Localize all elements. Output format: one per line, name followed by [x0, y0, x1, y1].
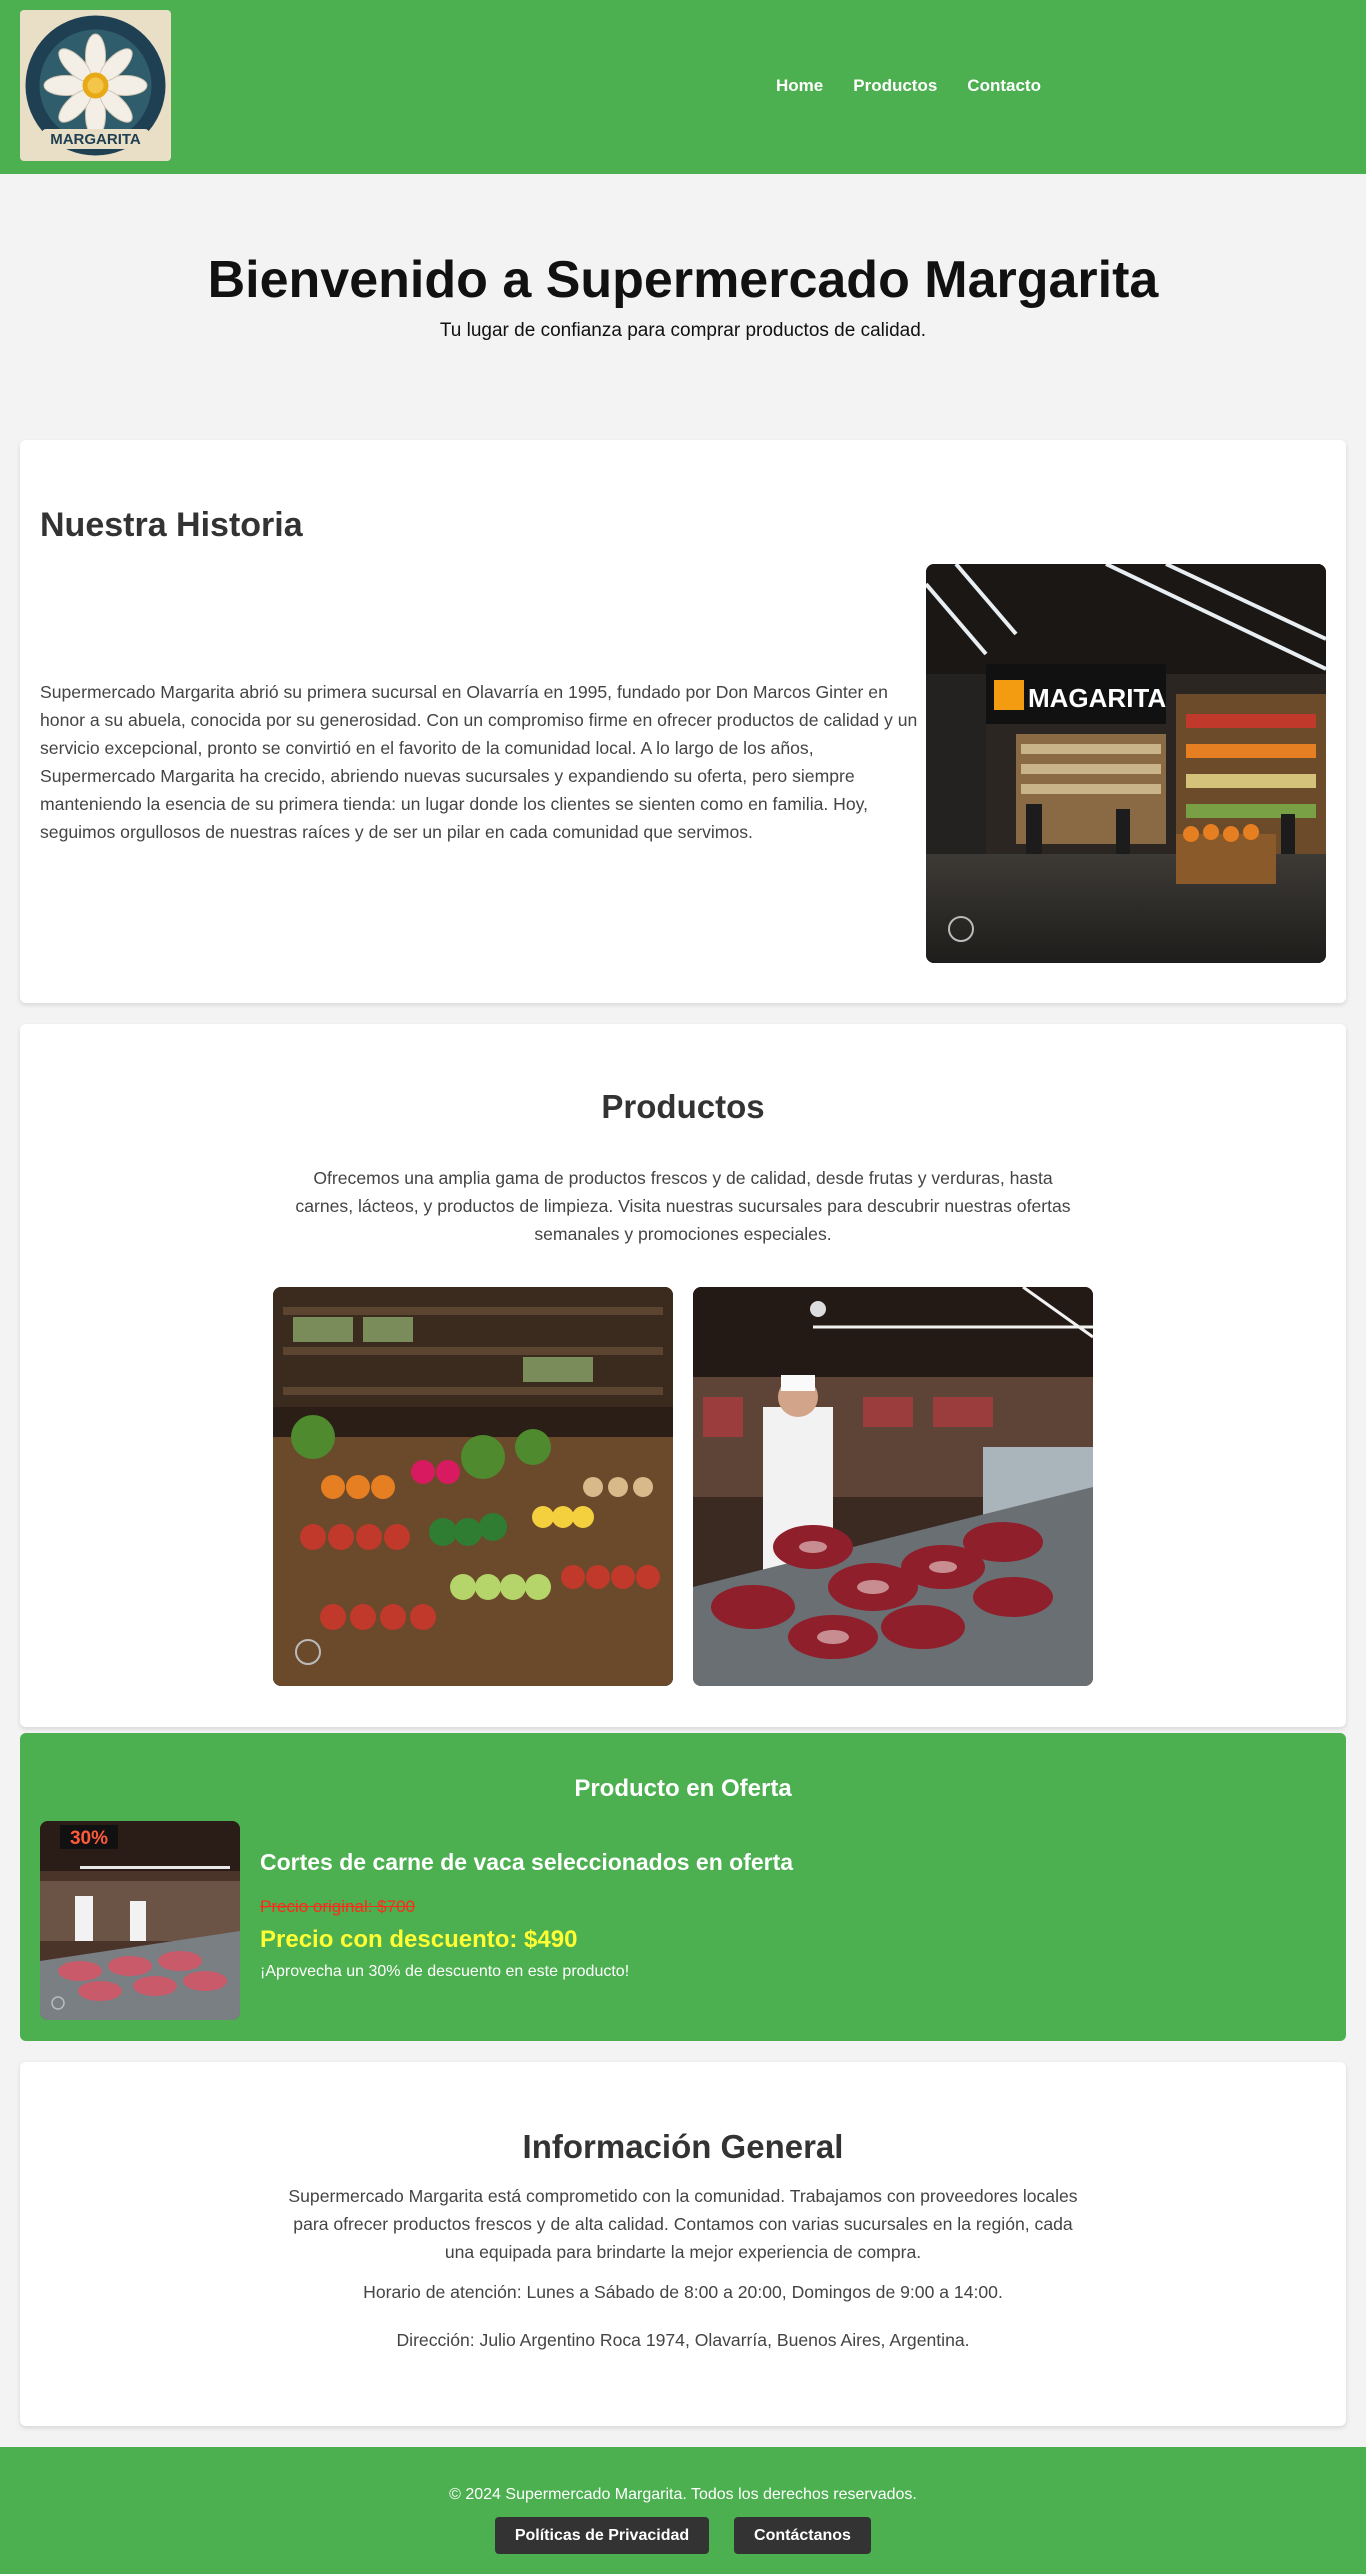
store-image: MAGARITA [926, 564, 1326, 963]
oferta-product-name: Cortes de carne de vaca seleccionados en… [260, 1849, 794, 1875]
info-section: Información General Supermercado Margari… [20, 2062, 1346, 2426]
historia-title: Nuestra Historia [40, 506, 303, 544]
original-price: Precio original: $700 [260, 1897, 415, 1916]
hero-subtitle: Tu lugar de confianza para comprar produ… [439, 320, 927, 341]
site-header: MARGARITA Home Productos Contacto [0, 0, 1366, 174]
oferta-title: Producto en Oferta [574, 1775, 792, 1802]
nav-home[interactable]: Home [776, 76, 823, 96]
address: Dirección: Julio Argentino Roca 1974, Ol… [396, 2330, 970, 2350]
productos-text: Ofrecemos una amplia gama de productos f… [295, 1168, 1071, 1244]
hero-title: Bienvenido a Supermercado Margarita [207, 251, 1159, 309]
margarita-logo[interactable]: MARGARITA [20, 10, 171, 161]
historia-section: Nuestra Historia Supermercado Margarita … [20, 440, 1346, 1003]
nav-productos[interactable]: Productos [853, 76, 937, 96]
info-paragraph: Supermercado Margarita está comprometido… [288, 2186, 1078, 2262]
hero-section: Bienvenido a Supermercado Margarita Tu l… [0, 174, 1366, 440]
copyright: © 2024 Supermercado Margarita. Todos los… [449, 2486, 917, 2503]
oferta-image: 30% [40, 1821, 240, 2020]
historia-text: Supermercado Margarita abrió su primera … [40, 682, 918, 842]
discount-badge: 30% [70, 1828, 108, 1849]
produce-image [273, 1287, 673, 1686]
site-footer: © 2024 Supermercado Margarita. Todos los… [0, 2447, 1366, 2574]
butcher-image [693, 1287, 1093, 1686]
nav-contacto[interactable]: Contacto [967, 76, 1041, 96]
productos-title: Productos [601, 1088, 765, 1125]
main-nav: Home Productos Contacto [776, 76, 1041, 96]
productos-section: Productos Ofrecemos una amplia gama de p… [20, 1024, 1346, 1727]
privacy-button[interactable]: Políticas de Privacidad [495, 2517, 709, 2554]
info-title: Información General [522, 2128, 844, 2165]
oferta-section: Producto en Oferta 30% Cortes de carne d… [20, 1733, 1346, 2041]
store-sign-text: MAGARITA [1028, 683, 1166, 713]
discount-price: Precio con descuento: $490 [260, 1926, 578, 1953]
logo-text: MARGARITA [50, 131, 141, 148]
contact-button[interactable]: Contáctanos [734, 2517, 871, 2554]
oferta-note: ¡Aprovecha un 30% de descuento en este p… [260, 1963, 630, 1980]
opening-hours: Horario de atención: Lunes a Sábado de 8… [363, 2282, 1003, 2302]
